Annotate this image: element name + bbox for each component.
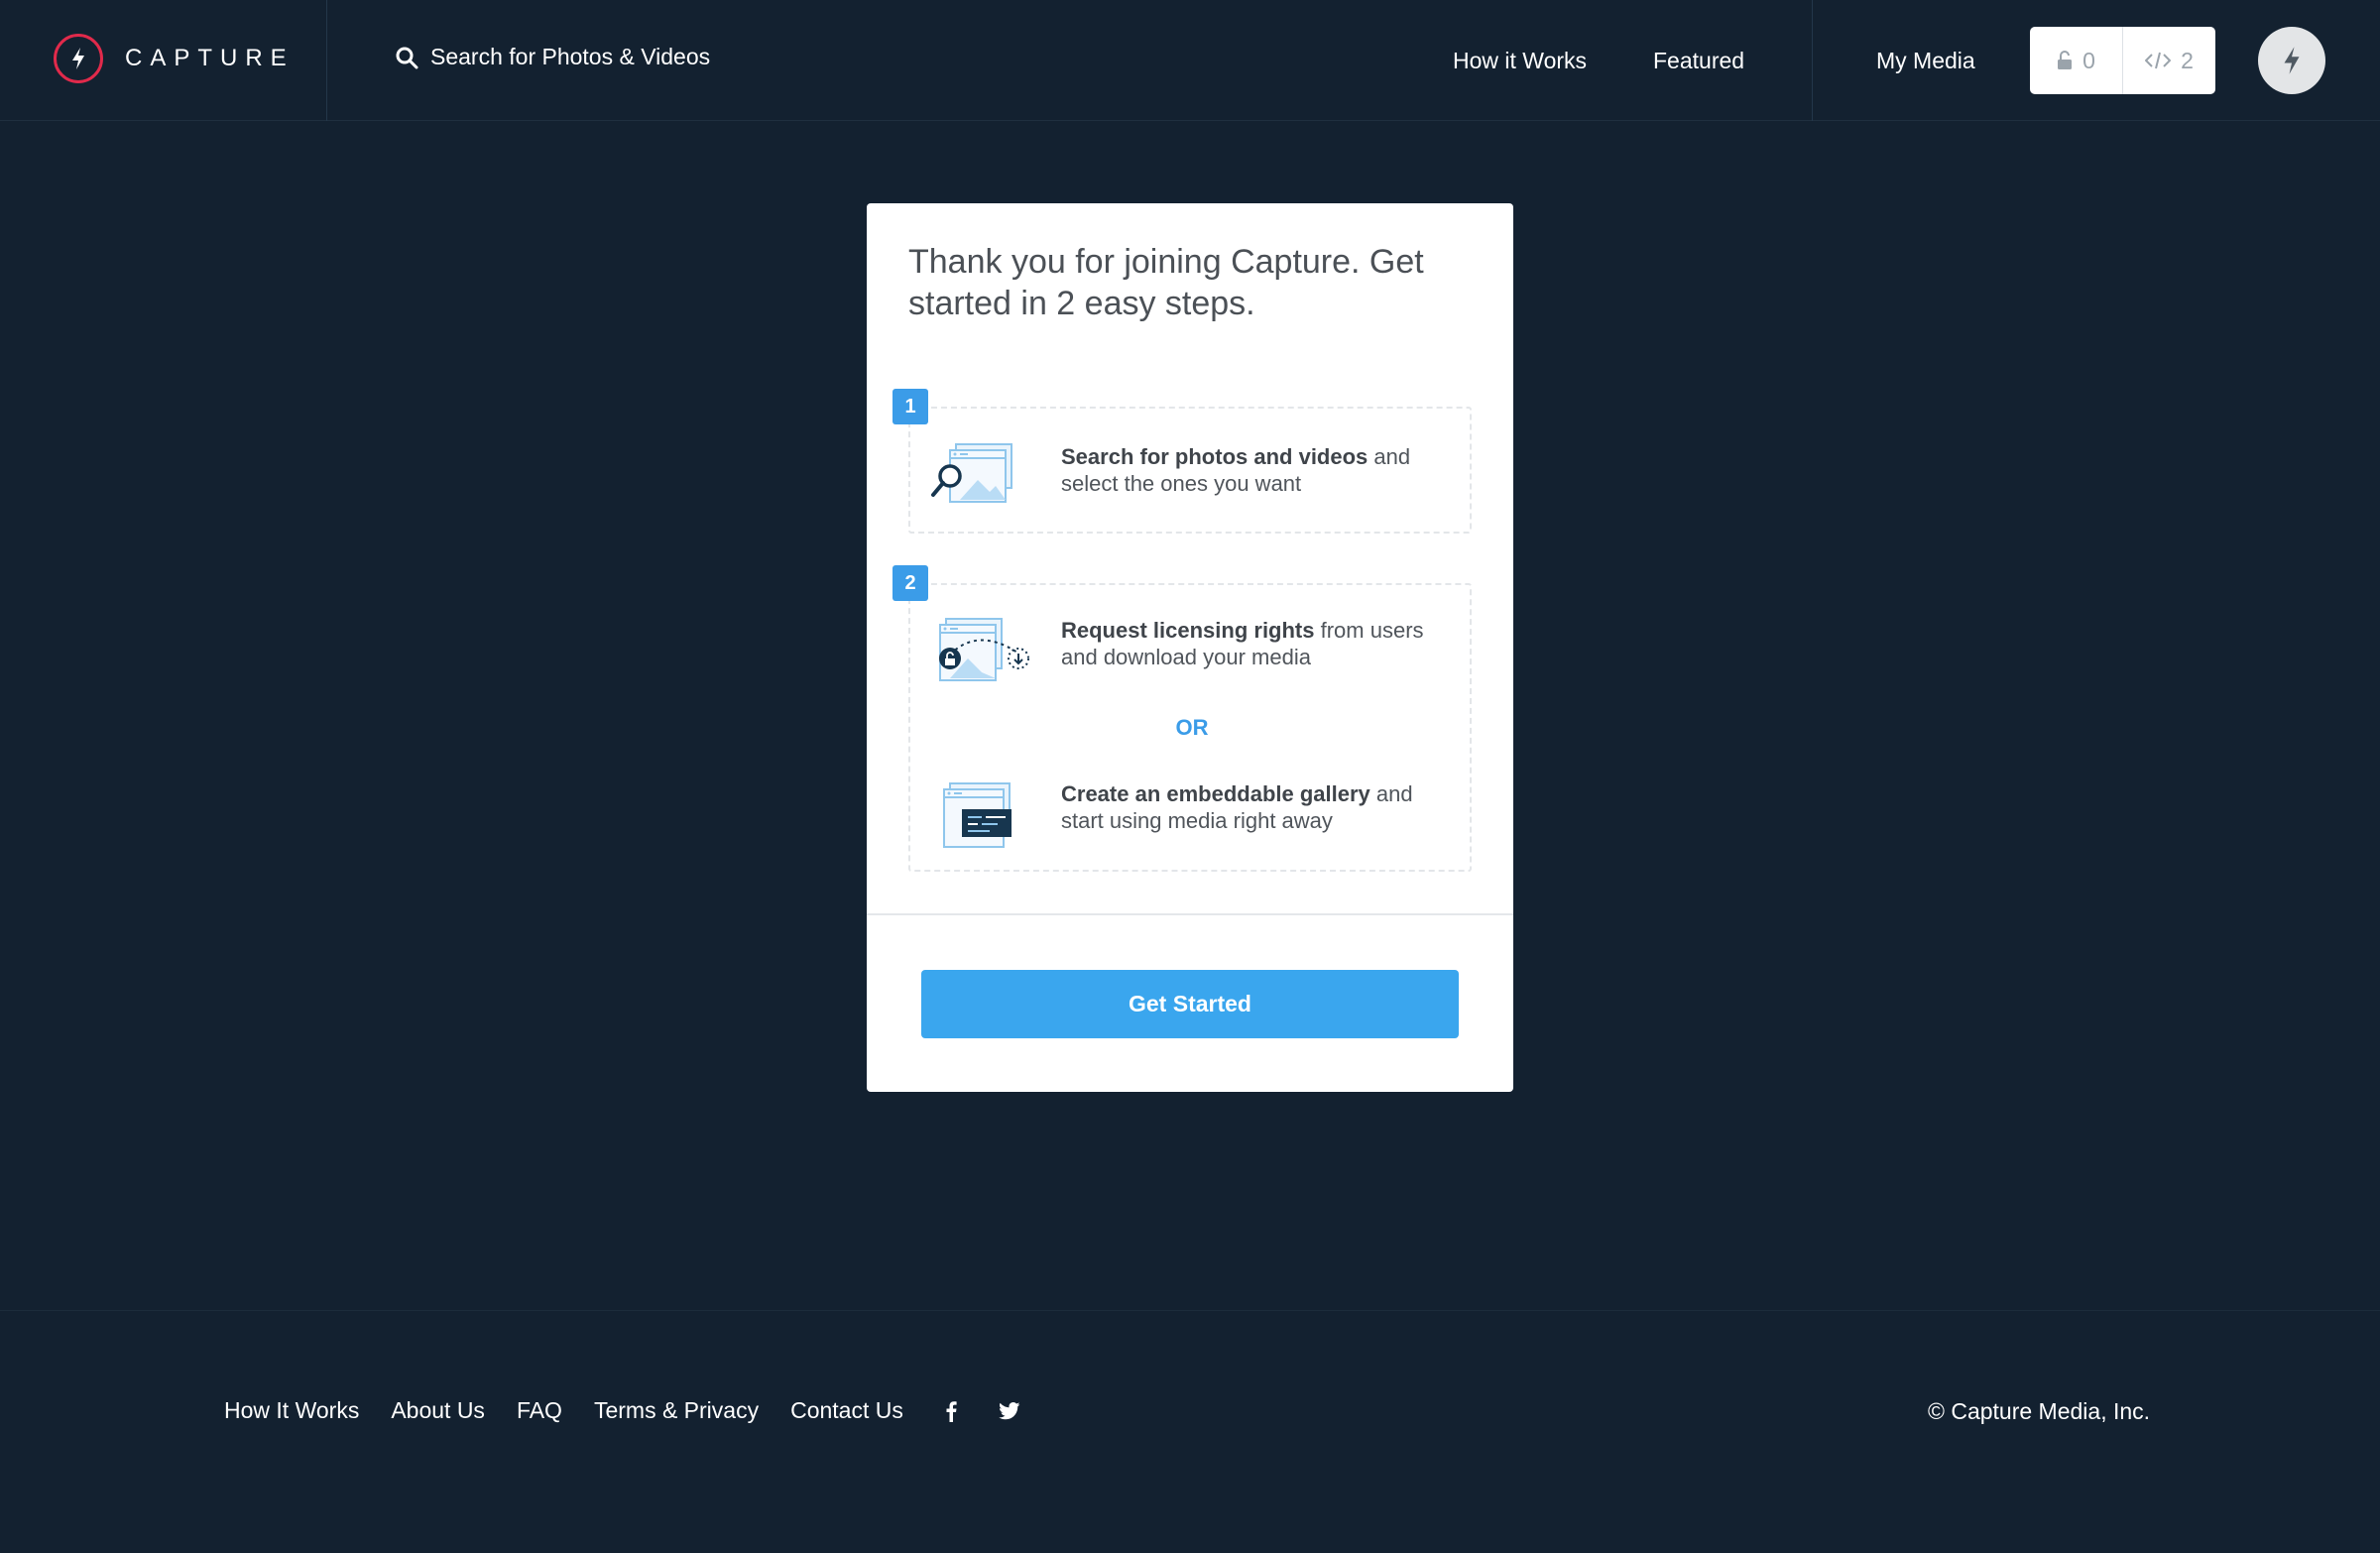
copyright-text: © Capture Media, Inc.: [1928, 1398, 2151, 1424]
embed-counter[interactable]: 2: [2122, 27, 2215, 94]
step-1-bold: Search for photos and videos: [1061, 444, 1368, 469]
footer-link-terms-privacy[interactable]: Terms & Privacy: [594, 1397, 759, 1424]
footer-divider: [0, 1310, 2380, 1311]
embed-gallery-icon: [942, 781, 1017, 854]
user-avatar[interactable]: [2258, 27, 2325, 94]
lightning-bolt-icon: [54, 34, 103, 83]
step-2-embed-bold: Create an embeddable gallery: [1061, 781, 1370, 806]
or-separator: OR: [1175, 715, 1209, 740]
nav-featured[interactable]: Featured: [1653, 48, 1744, 74]
unlock-icon: [2057, 51, 2073, 70]
header-divider: [1812, 0, 1813, 121]
search-label: Search for Photos & Videos: [430, 44, 711, 69]
welcome-title: Thank you for joining Capture. Get start…: [908, 243, 1424, 322]
header-divider: [326, 0, 327, 121]
photo-search-icon: [930, 440, 1015, 515]
capture-logo[interactable]: CAPTURE: [54, 34, 295, 83]
footer-link-contact-us[interactable]: Contact Us: [790, 1397, 903, 1424]
license-download-icon: [938, 617, 1031, 689]
card-divider: [867, 913, 1513, 915]
step-2-box: 2 Request licensing rights from users an…: [892, 565, 1472, 872]
footer-link-about-us[interactable]: About Us: [391, 1397, 485, 1424]
licensed-count: 0: [2082, 47, 2095, 73]
licensed-counter[interactable]: 0: [2030, 27, 2122, 94]
welcome-card: Thank you for joining Capture. Get start…: [867, 203, 1513, 1092]
search-link[interactable]: Search for Photos & Videos: [395, 44, 710, 70]
get-started-button[interactable]: Get Started: [921, 970, 1459, 1038]
nav-how-it-works[interactable]: How it Works: [1453, 48, 1587, 74]
search-icon: [395, 46, 418, 69]
facebook-icon[interactable]: [945, 1400, 957, 1422]
code-icon: [2145, 51, 2172, 70]
footer-link-faq[interactable]: FAQ: [517, 1397, 562, 1424]
step-1-box: 1 Search for photos and videos and selec…: [892, 389, 1472, 534]
step-2-option-license: Request licensing rights from users and …: [1061, 617, 1458, 670]
nav-my-media[interactable]: My Media: [1876, 48, 1975, 74]
social-links: [945, 1400, 1062, 1422]
step-1-text: Search for photos and videos and select …: [1061, 443, 1458, 497]
top-nav-bar: CAPTURE Search for Photos & Videos How i…: [0, 0, 2380, 121]
step-1-badge: 1: [892, 389, 928, 424]
twitter-icon[interactable]: [999, 1401, 1020, 1420]
lightning-bolt-icon: [2284, 47, 2300, 74]
step-2-license-bold: Request licensing rights: [1061, 618, 1315, 643]
step-2-badge: 2: [892, 565, 928, 601]
footer-link-how-it-works[interactable]: How It Works: [224, 1397, 359, 1424]
embed-count: 2: [2181, 47, 2194, 73]
footer-nav: How It Works About Us FAQ Terms & Privac…: [224, 1397, 1062, 1424]
step-2-option-embed: Create an embeddable gallery and start u…: [1061, 780, 1458, 834]
media-counters: 0 2: [2030, 27, 2215, 94]
brand-name: CAPTURE: [125, 45, 295, 71]
